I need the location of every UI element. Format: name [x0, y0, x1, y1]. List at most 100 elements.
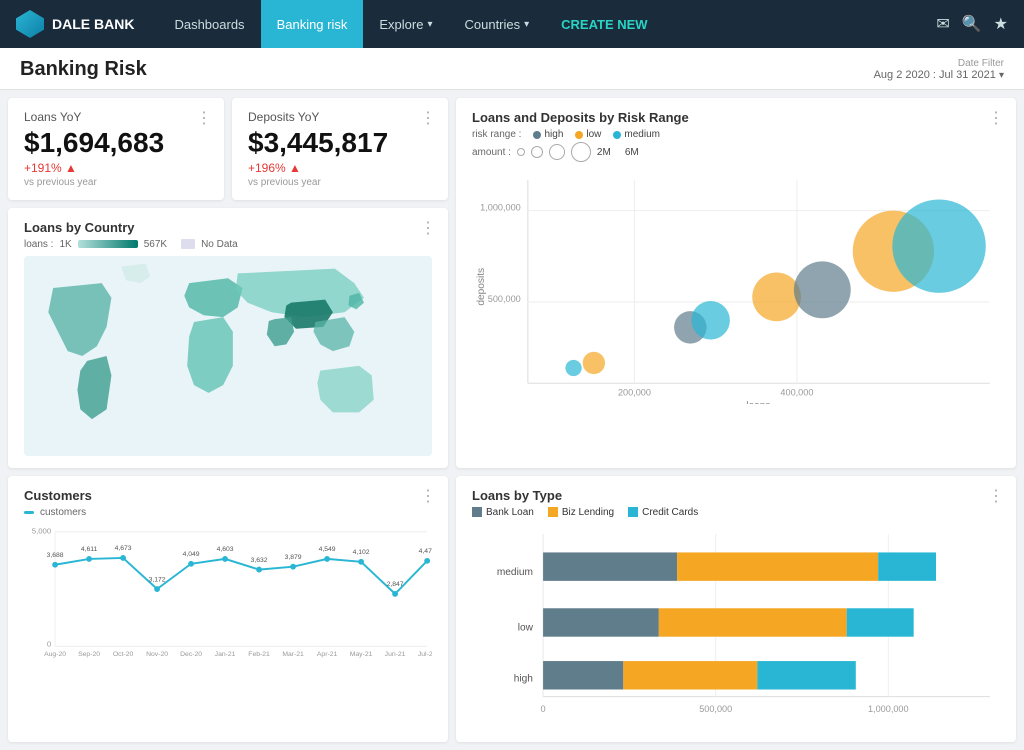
loans-label: Loans YoY — [24, 110, 208, 124]
lbt-title: Loans by Type — [472, 488, 1000, 503]
date-filter[interactable]: Date Filter Aug 2 2020 : Jul 31 2021 ▾ — [874, 58, 1004, 81]
svg-text:400,000: 400,000 — [780, 387, 813, 397]
svg-text:Jun-21: Jun-21 — [385, 651, 406, 658]
page-title: Banking Risk — [20, 58, 147, 81]
lbt-legend-biz: Biz Lending — [548, 507, 614, 518]
nav-countries[interactable]: Countries ▾ — [448, 0, 545, 48]
countries-chevron-icon: ▾ — [524, 19, 529, 30]
svg-text:4,549: 4,549 — [319, 546, 336, 553]
deposits-value: $3,445,817 — [248, 128, 432, 159]
svg-text:4,102: 4,102 — [353, 549, 370, 556]
svg-text:4,049: 4,049 — [183, 551, 200, 558]
lbt-legend: Bank Loan Biz Lending Credit Cards — [472, 507, 1000, 518]
customers-legend-dot — [24, 511, 34, 514]
explore-chevron-icon: ▾ — [427, 19, 432, 30]
dashboard: ⋮ Loans YoY $1,694,683 +191% ▲ vs previo… — [0, 90, 1024, 750]
loans-sub: vs previous year — [24, 177, 208, 188]
nav-explore[interactable]: Explore ▾ — [363, 0, 448, 48]
scatter-svg: 1,000,000 500,000 200,000 400,000 — [472, 170, 1000, 404]
mail-icon[interactable]: ✉ — [936, 14, 949, 34]
bank-loan-color — [472, 507, 482, 517]
svg-text:4,476: 4,476 — [419, 548, 432, 555]
nav-links: Dashboards Banking risk Explore ▾ Countr… — [158, 0, 936, 48]
search-icon[interactable]: 🔍 — [962, 14, 982, 34]
svg-text:low: low — [518, 622, 534, 633]
lbt-legend-credit: Credit Cards — [628, 507, 698, 518]
deposits-change: +196% ▲ — [248, 161, 432, 175]
map-legend: loans : 1K 567K No Data — [24, 239, 432, 250]
svg-text:2,847: 2,847 — [387, 581, 404, 588]
svg-text:4,673: 4,673 — [115, 545, 132, 552]
map-card: ⋮ Loans by Country loans : 1K 567K No Da… — [8, 208, 448, 468]
map-title: Loans by Country — [24, 220, 432, 235]
svg-text:medium: medium — [497, 567, 533, 578]
svg-text:Mar-21: Mar-21 — [282, 651, 304, 658]
loans-kpi-card: ⋮ Loans YoY $1,694,683 +191% ▲ vs previo… — [8, 98, 224, 200]
customers-menu[interactable]: ⋮ — [420, 486, 436, 506]
svg-text:3,172: 3,172 — [149, 576, 166, 583]
loans-value: $1,694,683 — [24, 128, 208, 159]
svg-text:Dec-20: Dec-20 — [180, 651, 202, 658]
svg-text:0: 0 — [541, 704, 546, 714]
nav-logo[interactable]: DALE BANK — [16, 10, 134, 38]
svg-text:May-21: May-21 — [350, 651, 373, 658]
scatter-chart-area: 1,000,000 500,000 200,000 400,000 — [472, 170, 1000, 407]
navbar: DALE BANK Dashboards Banking risk Explor… — [0, 0, 1024, 48]
svg-text:loans: loans — [746, 401, 770, 404]
deposits-kpi-menu[interactable]: ⋮ — [420, 108, 436, 128]
deposits-label: Deposits YoY — [248, 110, 432, 124]
date-filter-label: Date Filter — [874, 58, 1004, 69]
legend-nodata-box — [181, 239, 195, 249]
loans-kpi-menu[interactable]: ⋮ — [196, 108, 212, 128]
lbt-menu[interactable]: ⋮ — [988, 486, 1004, 506]
biz-lending-color — [548, 507, 558, 517]
nav-banking-risk[interactable]: Banking risk — [261, 0, 364, 48]
svg-text:500,000: 500,000 — [699, 704, 732, 714]
page-header: Banking Risk Date Filter Aug 2 2020 : Ju… — [0, 48, 1024, 90]
date-filter-value[interactable]: Aug 2 2020 : Jul 31 2021 ▾ — [874, 69, 1004, 81]
svg-text:Feb-21: Feb-21 — [248, 651, 270, 658]
logo-text: DALE BANK — [52, 16, 134, 32]
star-icon[interactable]: ★ — [994, 14, 1008, 34]
map-menu[interactable]: ⋮ — [420, 218, 436, 238]
svg-text:Oct-20: Oct-20 — [113, 651, 134, 658]
credit-cards-color — [628, 507, 638, 517]
rl-low: low — [575, 129, 601, 140]
svg-text:3,879: 3,879 — [285, 554, 302, 561]
svg-text:200,000: 200,000 — [618, 387, 651, 397]
customers-title: Customers — [24, 488, 432, 503]
rl-high: high — [533, 129, 563, 140]
svg-text:Jan-21: Jan-21 — [215, 651, 236, 658]
svg-text:3,632: 3,632 — [251, 557, 268, 564]
logo-icon — [16, 10, 44, 38]
svg-text:3,688: 3,688 — [47, 552, 64, 559]
loans-by-type-card: ⋮ Loans by Type Bank Loan Biz Lending Cr… — [456, 476, 1016, 742]
svg-text:4,611: 4,611 — [81, 546, 98, 553]
world-map-svg — [24, 256, 432, 456]
loans-change: +191% ▲ — [24, 161, 208, 175]
svg-text:Apr-21: Apr-21 — [317, 651, 338, 658]
svg-text:1,000,000: 1,000,000 — [480, 203, 521, 213]
deposits-kpi-card: ⋮ Deposits YoY $3,445,817 +196% ▲ vs pre… — [232, 98, 448, 200]
risk-legend: risk range : high low medium — [472, 129, 1000, 140]
lbt-chart-svg: 0 500,000 1,000,000 medium low high — [472, 524, 1000, 727]
svg-text:Aug-20: Aug-20 — [44, 651, 66, 658]
date-filter-chevron-icon: ▾ — [999, 70, 1004, 81]
svg-text:Nov-20: Nov-20 — [146, 651, 168, 658]
map-area — [24, 256, 432, 456]
svg-text:Jul-21: Jul-21 — [418, 651, 432, 658]
kpi-row: ⋮ Loans YoY $1,694,683 +191% ▲ vs previo… — [8, 98, 448, 200]
customers-legend: customers — [24, 507, 432, 518]
svg-text:4,603: 4,603 — [217, 546, 234, 553]
svg-text:5,000: 5,000 — [32, 526, 52, 535]
svg-text:1,000,000: 1,000,000 — [868, 704, 909, 714]
nav-create-new[interactable]: CREATE NEW — [545, 0, 663, 48]
svg-text:500,000: 500,000 — [488, 294, 521, 304]
nav-dashboards[interactable]: Dashboards — [158, 0, 260, 48]
lbt-legend-bank: Bank Loan — [472, 507, 534, 518]
customers-card: ⋮ Customers customers 5,000 0 — [8, 476, 448, 742]
svg-text:deposits: deposits — [476, 268, 487, 306]
customers-chart-svg: 5,000 0 3,688 4,611 4, — [24, 522, 432, 658]
rl-medium: medium — [613, 129, 660, 140]
scatter-menu[interactable]: ⋮ — [988, 108, 1004, 128]
